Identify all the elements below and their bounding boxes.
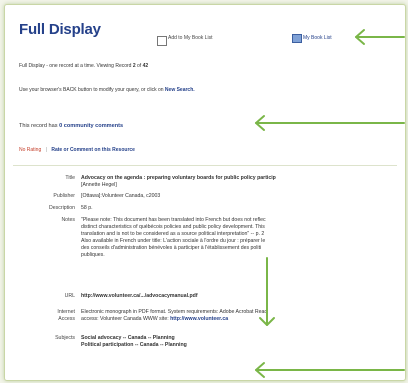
annotation-arrows	[255, 29, 405, 378]
arrow-left-icon	[255, 362, 405, 378]
arrow-down-icon	[259, 257, 275, 326]
arrow-left-icon	[355, 29, 405, 45]
arrow-left-icon	[255, 115, 405, 131]
